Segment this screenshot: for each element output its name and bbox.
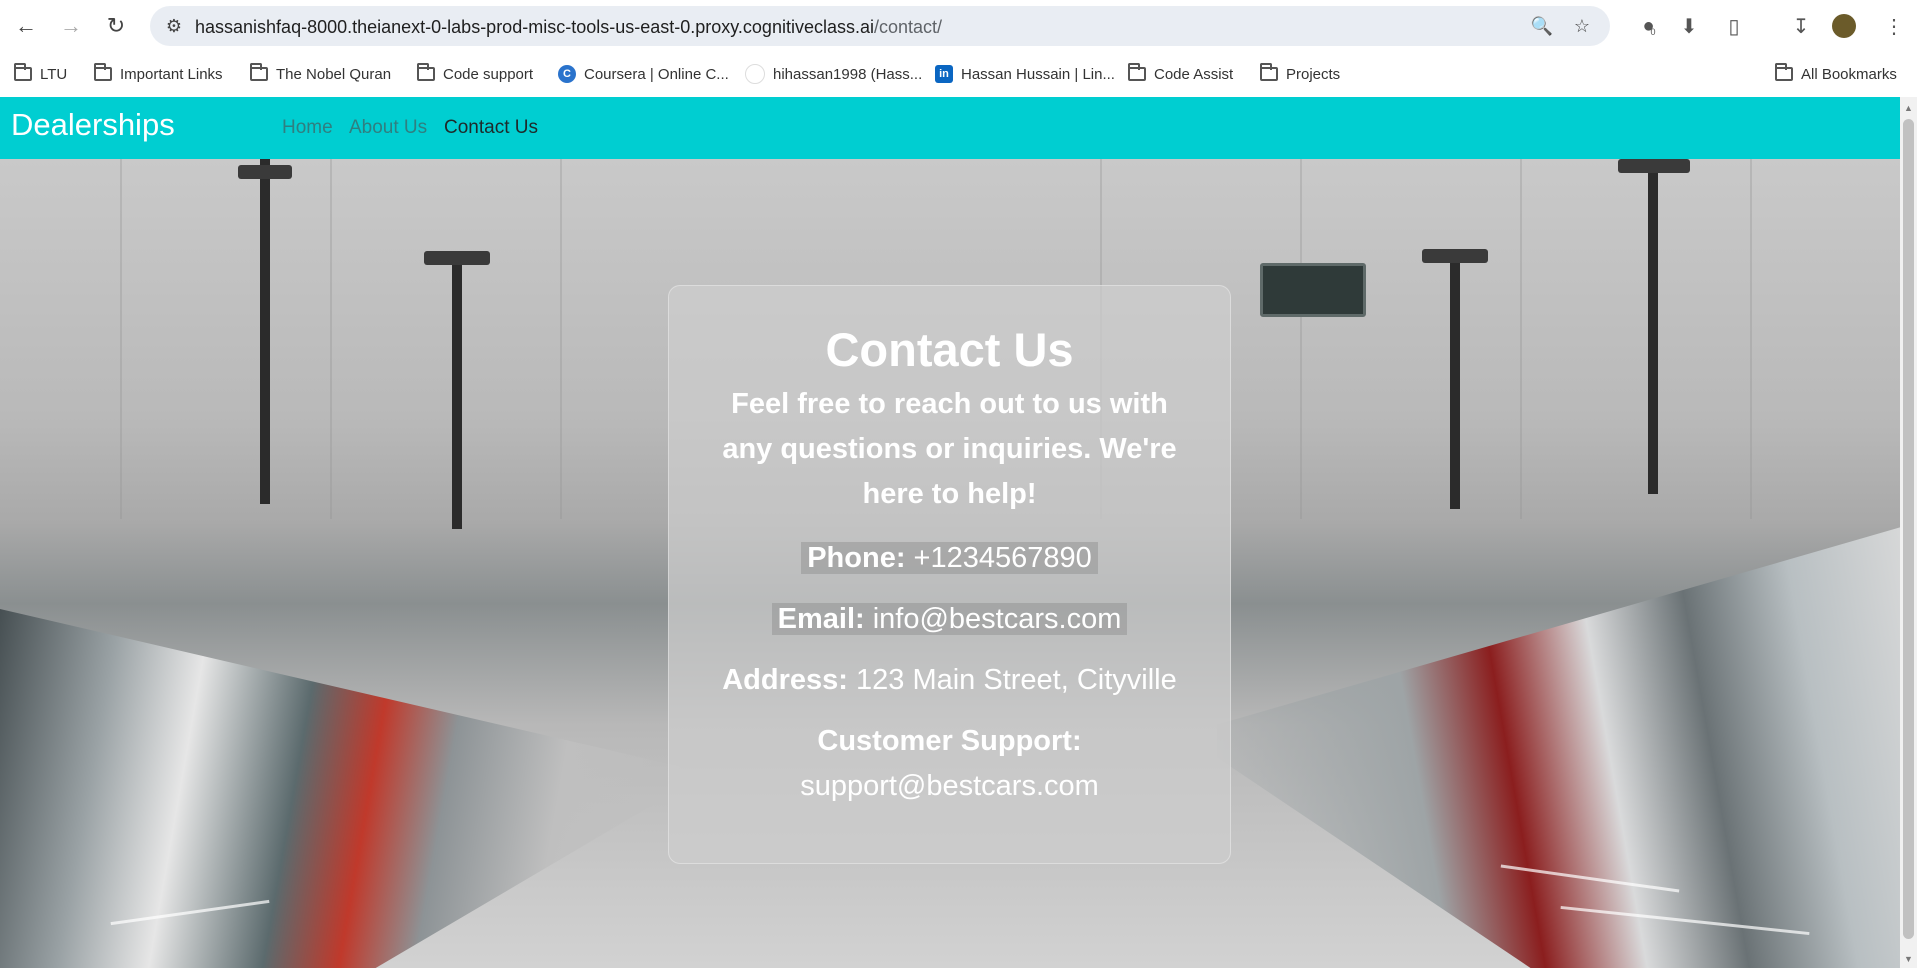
bookmark-label: Important Links: [120, 65, 223, 83]
wall-vent: [1260, 263, 1366, 317]
email-highlight: Email: info@bestcars.com: [771, 603, 1128, 635]
light-pole: [260, 159, 270, 504]
wall-panel: [1750, 159, 1752, 519]
support-label: Customer Support:: [817, 725, 1082, 757]
page-content: Dealerships Home About Us Contact Us Con…: [0, 97, 1917, 968]
bookmark-code-support[interactable]: Code support: [417, 63, 533, 85]
browser-toolbar: ← → ↻ ⚙ hassanishfaq-8000.theianext-0-la…: [0, 0, 1917, 52]
light-pole: [1422, 249, 1488, 263]
wall-panel: [330, 159, 332, 519]
contact-title: Contact Us: [825, 323, 1074, 376]
support-email[interactable]: support@bestcars.com: [669, 770, 1230, 803]
extensions-puzzle-icon[interactable]: ▯: [1720, 12, 1748, 40]
parked-cars-left: [0, 609, 680, 968]
nav-contact-us[interactable]: Contact Us: [444, 117, 538, 139]
parked-cars-right: [1217, 522, 1917, 968]
bookmark-linkedin[interactable]: in Hassan Hussain | Lin...: [935, 63, 1115, 85]
bookmark-coursera[interactable]: C Coursera | Online C...: [558, 63, 729, 85]
folder-icon: [1775, 63, 1793, 81]
bookmark-github[interactable]: hihassan1998 (Hass...: [745, 63, 922, 85]
bookmark-label: Hassan Hussain | Lin...: [961, 65, 1115, 83]
bookmark-label: LTU: [40, 65, 68, 83]
wall-panel: [560, 159, 562, 519]
bookmark-label: Code support: [443, 65, 534, 83]
page-scrollbar[interactable]: ▲ ▼: [1900, 97, 1917, 968]
forward-arrow-icon[interactable]: →: [55, 10, 87, 42]
wall-panel: [1300, 159, 1302, 519]
light-pole: [1450, 259, 1460, 509]
light-pole: [424, 251, 490, 265]
bookmark-label: All Bookmarks: [1801, 65, 1897, 83]
profile-avatar[interactable]: [1832, 14, 1856, 38]
address-row: Address: 123 Main Street, Cityville: [669, 664, 1230, 697]
coursera-icon: C: [558, 65, 576, 83]
bookmark-label: The Nobel Quran: [276, 65, 392, 83]
phone-highlight: Phone: +1234567890: [801, 542, 1098, 574]
reload-icon[interactable]: ↻: [100, 10, 132, 42]
scroll-down-arrow-icon[interactable]: ▼: [1904, 954, 1913, 964]
folder-icon: [94, 63, 112, 81]
site-navbar: Dealerships Home About Us Contact Us: [0, 97, 1917, 159]
bookmarks-bar: LTU Important Links The Nobel Quran Code…: [0, 52, 1917, 98]
address-bar[interactable]: ⚙ hassanishfaq-8000.theianext-0-labs-pro…: [150, 6, 1610, 46]
nav-home[interactable]: Home: [282, 117, 333, 139]
bookmark-nobel-quran[interactable]: The Nobel Quran: [250, 63, 391, 85]
contact-card: Contact Us Feel free to reach out to us …: [668, 285, 1231, 864]
extension-icon[interactable]: ● 0: [1635, 12, 1663, 40]
bookmark-star-icon[interactable]: ☆: [1570, 14, 1594, 38]
bookmark-label: Projects: [1286, 65, 1341, 83]
folder-icon: [1260, 63, 1278, 81]
bookmark-important-links[interactable]: Important Links: [94, 63, 223, 85]
brand-logo[interactable]: Dealerships: [11, 107, 175, 143]
url-text[interactable]: hassanishfaq-8000.theianext-0-labs-prod-…: [195, 17, 942, 38]
phone-value[interactable]: +1234567890: [914, 542, 1092, 574]
bookmark-ltu[interactable]: LTU: [14, 63, 67, 85]
scrollbar-thumb[interactable]: [1903, 119, 1914, 939]
linkedin-icon: in: [935, 65, 953, 83]
github-icon: [745, 64, 765, 84]
folder-icon: [250, 63, 268, 81]
address-label: Address:: [722, 664, 848, 696]
back-arrow-icon[interactable]: ←: [10, 10, 42, 42]
folder-icon: [1128, 63, 1146, 81]
site-info-icon[interactable]: ⚙: [162, 14, 186, 38]
folder-icon: [417, 63, 435, 81]
all-bookmarks[interactable]: All Bookmarks: [1775, 63, 1897, 85]
phone-label: Phone:: [807, 542, 906, 574]
email-label: Email:: [777, 603, 865, 635]
email-value[interactable]: info@bestcars.com: [873, 603, 1122, 635]
scroll-up-arrow-icon[interactable]: ▲: [1904, 103, 1913, 113]
bookmark-label: Code Assist: [1154, 65, 1234, 83]
nav-about-us[interactable]: About Us: [349, 117, 427, 139]
bookmark-label: hihassan1998 (Hass...: [773, 65, 923, 83]
phone-row: Phone: +1234567890: [669, 542, 1230, 575]
parking-lot-background: Contact Us Feel free to reach out to us …: [0, 159, 1917, 968]
light-pole: [238, 165, 292, 179]
wall-panel: [1520, 159, 1522, 519]
bookmark-code-assist[interactable]: Code Assist: [1128, 63, 1233, 85]
folder-icon: [14, 63, 32, 81]
downloads-icon[interactable]: ↧: [1787, 12, 1815, 40]
download-extension-icon[interactable]: ⬇: [1675, 12, 1703, 40]
contact-intro: Feel free to reach out to us with any qu…: [722, 388, 1177, 510]
menu-kebab-icon[interactable]: ⋮: [1880, 12, 1908, 40]
wall-panel: [120, 159, 122, 519]
address-value: 123 Main Street, Cityville: [856, 664, 1177, 696]
zoom-icon[interactable]: 🔍: [1530, 14, 1554, 38]
bookmark-label: Coursera | Online C...: [584, 65, 729, 83]
bookmark-projects[interactable]: Projects: [1260, 63, 1340, 85]
email-row: Email: info@bestcars.com: [669, 603, 1230, 636]
light-pole: [1648, 159, 1658, 494]
light-pole: [1618, 159, 1690, 173]
light-pole: [452, 259, 462, 529]
